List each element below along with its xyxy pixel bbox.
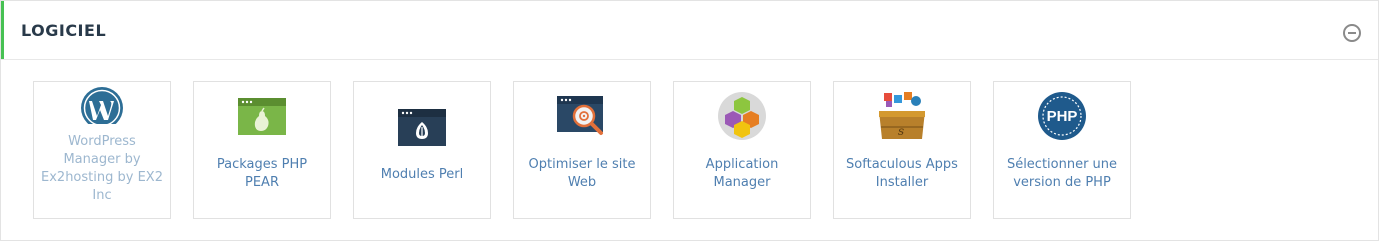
wordpress-icon bbox=[34, 82, 170, 130]
accent-bar bbox=[1, 1, 4, 59]
softaculous-icon: s bbox=[834, 92, 970, 140]
item-label: Sélectionner une version de PHP bbox=[1006, 157, 1118, 190]
application-manager-icon bbox=[674, 92, 810, 140]
item-php-version[interactable]: PHP Sélectionner une version de PHP bbox=[993, 81, 1131, 219]
item-application-manager[interactable]: Application Manager bbox=[673, 81, 811, 219]
item-label: Softaculous Apps Installer bbox=[846, 157, 958, 190]
svg-text:PHP: PHP bbox=[1047, 108, 1078, 125]
php-pear-icon bbox=[194, 92, 330, 140]
item-label: Application Manager bbox=[705, 157, 779, 190]
panel-header[interactable]: LOGICIEL bbox=[1, 1, 1378, 60]
panel-title: LOGICIEL bbox=[21, 21, 107, 40]
minus-circle-icon[interactable] bbox=[1343, 24, 1361, 42]
item-label: Packages PHP PEAR bbox=[216, 157, 308, 190]
item-label: Optimiser le site Web bbox=[528, 157, 636, 190]
perl-modules-icon bbox=[354, 102, 490, 150]
item-optimize-website[interactable]: Optimiser le site Web bbox=[513, 81, 651, 219]
item-perl-modules[interactable]: Modules Perl bbox=[353, 81, 491, 219]
item-php-pear[interactable]: Packages PHP PEAR bbox=[193, 81, 331, 219]
item-wordpress-manager[interactable]: WordPress Manager by Ex2hosting by EX2 I… bbox=[33, 81, 171, 219]
optimize-website-icon bbox=[514, 92, 650, 140]
item-softaculous[interactable]: s Softaculous Apps Installer bbox=[833, 81, 971, 219]
item-label: WordPress Manager by Ex2hosting by EX2 I… bbox=[41, 134, 163, 203]
svg-text:s: s bbox=[898, 124, 904, 138]
php-version-icon: PHP bbox=[994, 92, 1130, 140]
software-panel: LOGICIEL WordPress Manager by Ex2hosting… bbox=[0, 0, 1379, 241]
item-label: Modules Perl bbox=[380, 167, 464, 182]
